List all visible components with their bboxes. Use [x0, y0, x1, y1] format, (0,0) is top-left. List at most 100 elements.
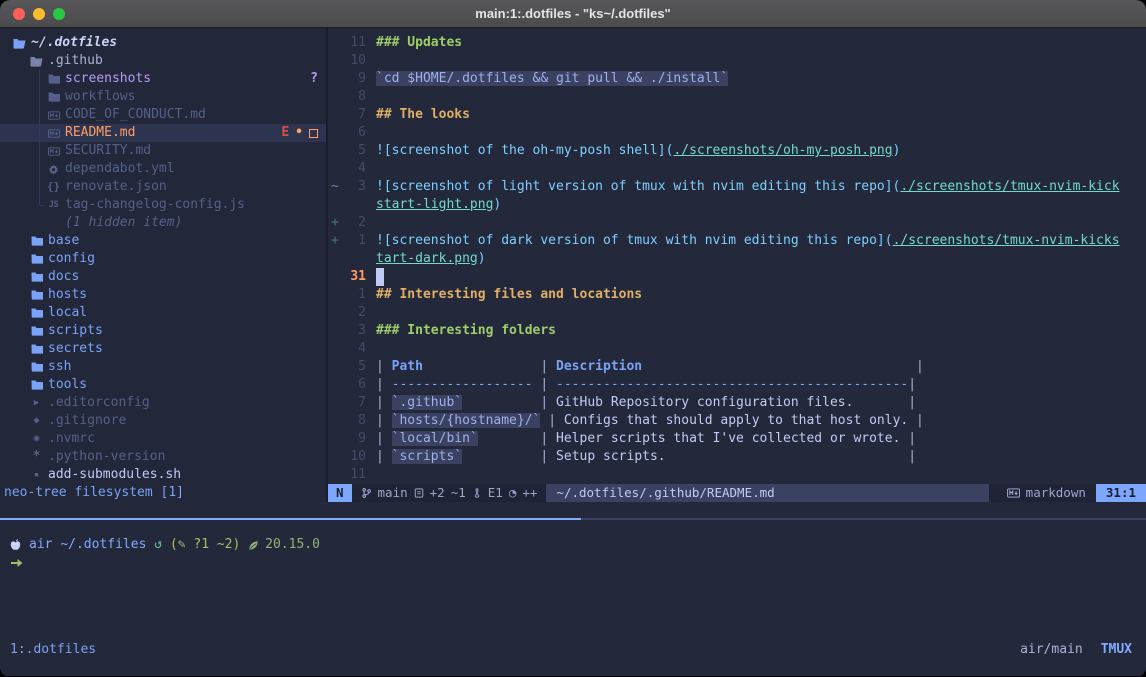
line-number: 2	[342, 304, 366, 322]
tree-item-tag-changelog-config.js[interactable]: JStag-changelog-config.js	[0, 196, 326, 214]
editor-line[interactable]: 11### Updates	[328, 34, 1146, 52]
git-sign	[328, 52, 342, 70]
editor-line[interactable]: +1![screenshot of dark version of tmux w…	[328, 232, 1146, 250]
line-text: | `.github` | GitHub Repository configur…	[376, 394, 916, 412]
editor-line[interactable]: 5![screenshot of the oh-my-posh shell](.…	[328, 142, 1146, 160]
terminal-pane[interactable]: air ~/.dotfiles ↺ (✎ ?1 ~2) 20.15.0	[0, 520, 1146, 572]
tree-item-scripts[interactable]: scripts	[0, 322, 326, 340]
tree-item-security.md[interactable]: SECURITY.md	[0, 142, 326, 160]
syntax-segment: |	[900, 395, 916, 410]
folder-icon	[29, 326, 44, 336]
titlebar: main:1:.dotfiles - "ks~/.dotfiles"	[0, 0, 1146, 28]
syntax-segment: Configs that should apply to that host o…	[564, 413, 908, 428]
editor-line[interactable]: 7## The looks	[328, 106, 1146, 124]
editor-line[interactable]: 8| `hosts/{hostname}/` | Configs that sh…	[328, 412, 1146, 430]
shell-input-line[interactable]	[10, 554, 1146, 572]
editor-line[interactable]: 4	[328, 160, 1146, 178]
tree-item-.nvmrc[interactable]: ◉.nvmrc	[0, 430, 326, 448]
editor-line[interactable]: 6	[328, 124, 1146, 142]
line-number: 5	[342, 142, 366, 160]
syntax-segment: |	[540, 377, 556, 392]
tree-item-label: scripts	[48, 322, 103, 340]
neotree-statusline: neo-tree filesystem [1]	[0, 484, 326, 502]
git-sign	[328, 376, 342, 394]
line-text: | `scripts` | Setup scripts. |	[376, 448, 916, 466]
syntax-segment: |	[540, 359, 556, 374]
git-sign	[328, 412, 342, 430]
tmux-window-tab[interactable]: 1:.dotfiles	[10, 641, 96, 659]
tree-item-base[interactable]: base	[0, 232, 326, 250]
tree-item-add-submodules.sh[interactable]: ▪add-submodules.sh	[0, 466, 326, 484]
tree-item-.gitignore[interactable]: ◆.gitignore	[0, 412, 326, 430]
git-sign	[328, 250, 342, 268]
tree-item-screenshots[interactable]: screenshots?	[0, 70, 326, 88]
tree-item-codeofconduct.md[interactable]: CODE_OF_CONDUCT.md	[0, 106, 326, 124]
syntax-segment	[462, 395, 540, 410]
line-text: ![screenshot of light version of tmux wi…	[376, 178, 1120, 196]
tree-item-local[interactable]: local	[0, 304, 326, 322]
tree-item-.editorconfig[interactable]: ▶.editorconfig	[0, 394, 326, 412]
tree-item-dependabot.yml[interactable]: dependabot.yml	[0, 160, 326, 178]
close-button[interactable]	[13, 8, 25, 20]
editor-line[interactable]: 11	[328, 466, 1146, 484]
syntax-segment: |	[376, 431, 392, 446]
editor-line[interactable]: 2	[328, 304, 1146, 322]
editor-line[interactable]: tart-dark.png)	[328, 250, 1146, 268]
editor-line[interactable]: 1## Interesting files and locations	[328, 286, 1146, 304]
editor-line[interactable]: start-light.png)	[328, 196, 1146, 214]
tree-item-label: ~/.dotfiles	[31, 34, 117, 52]
editor-line[interactable]: 8	[328, 88, 1146, 106]
editor-line[interactable]: 9`cd $HOME/.dotfiles && git pull && ./in…	[328, 70, 1146, 88]
git-sign	[328, 322, 342, 340]
tree-item-workflows[interactable]: workflows	[0, 88, 326, 106]
editor-line[interactable]: 7| `.github` | GitHub Repository configu…	[328, 394, 1146, 412]
syntax-segment: Setup scripts.	[556, 449, 666, 464]
node-leaf-icon	[248, 540, 259, 551]
tree-item-.github[interactable]: .github	[0, 52, 326, 70]
editor-line[interactable]: 31	[328, 268, 1146, 286]
editor-line[interactable]: 3### Interesting folders	[328, 322, 1146, 340]
lualine-statusline: N main +2 ~1 E1 ◔ ++ ~/.dotfiles/.github…	[328, 484, 1146, 502]
syntax-segment: |	[376, 449, 392, 464]
tree-item-label: workflows	[65, 88, 135, 106]
markdown-file-icon	[46, 129, 61, 138]
line-number: 4	[342, 340, 366, 358]
tree-item-secrets[interactable]: secrets	[0, 340, 326, 358]
tree-item-docs[interactable]: docs	[0, 268, 326, 286]
syntax-segment: Path	[392, 359, 423, 374]
syntax-segment: start-light.png	[376, 197, 493, 212]
editor-line[interactable]: 5| Path | Description |	[328, 358, 1146, 376]
tree-item-renovate.json[interactable]: {}renovate.json	[0, 178, 326, 196]
syntax-segment: `local/bin`	[392, 431, 478, 446]
zoom-button[interactable]	[53, 8, 65, 20]
minimize-button[interactable]	[33, 8, 45, 20]
editor-line[interactable]: +2	[328, 214, 1146, 232]
folder-icon	[29, 254, 44, 264]
tree-item-hosts[interactable]: hosts	[0, 286, 326, 304]
braces-icon: {}	[46, 178, 61, 196]
editor-line[interactable]: ~3![screenshot of light version of tmux …	[328, 178, 1146, 196]
syntax-segment: `scripts`	[392, 449, 462, 464]
tree-item-config[interactable]: config	[0, 250, 326, 268]
tree-item-ssh[interactable]: ssh	[0, 358, 326, 376]
line-number: 3	[342, 322, 366, 340]
tree-item-badges: E•	[281, 124, 318, 142]
tmux-pane-divider[interactable]	[0, 518, 1146, 520]
editor-buffer[interactable]: 11### Updates 10 9`cd $HOME/.dotfiles &&…	[328, 28, 1146, 484]
editor-line[interactable]: 9| `local/bin` | Helper scripts that I'v…	[328, 430, 1146, 448]
tree-item-1hiddenitem[interactable]: (1 hidden item)	[0, 214, 326, 232]
editor-line[interactable]: 6| ------------------ | ----------------…	[328, 376, 1146, 394]
tree-item-.python-version[interactable]: *.python-version	[0, 448, 326, 466]
folder-icon	[29, 362, 44, 372]
tree-item-.dotfiles[interactable]: ~/.dotfiles	[0, 34, 326, 52]
clock-icon: ◔	[509, 484, 517, 502]
editor-line[interactable]: 4	[328, 340, 1146, 358]
neotree-sidebar[interactable]: ~/.dotfiles.githubscreenshots?workflowsC…	[0, 28, 328, 502]
syntax-segment: |	[376, 359, 392, 374]
tree-item-readme.md[interactable]: README.mdE•	[0, 124, 326, 142]
syntax-segment	[853, 395, 900, 410]
tree-item-tools[interactable]: tools	[0, 376, 326, 394]
editor-line[interactable]: 10	[328, 52, 1146, 70]
diamond-icon: ◆	[29, 412, 44, 430]
editor-line[interactable]: 10| `scripts` | Setup scripts. |	[328, 448, 1146, 466]
